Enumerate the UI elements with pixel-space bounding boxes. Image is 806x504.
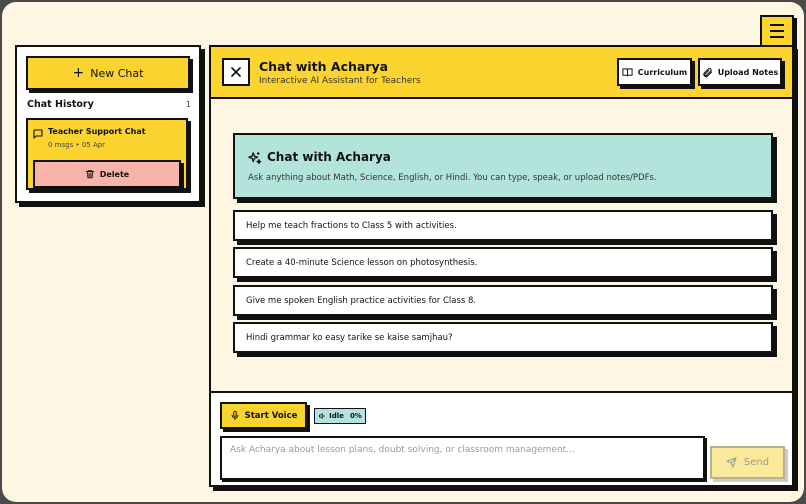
hamburger-icon xyxy=(770,24,784,26)
book-icon xyxy=(622,67,633,77)
delete-label: Delete xyxy=(99,169,130,179)
page-subtitle: Interactive AI Assistant for Teachers xyxy=(259,76,421,86)
send-button[interactable]: Send xyxy=(710,446,785,479)
chat-item-title: Teacher Support Chat xyxy=(48,127,146,136)
send-icon xyxy=(726,457,737,468)
close-button[interactable] xyxy=(222,58,250,86)
sparkles-icon xyxy=(248,152,262,165)
suggested-prompt[interactable]: Give me spoken English practice activiti… xyxy=(233,285,773,316)
upload-notes-button[interactable]: Upload Notes xyxy=(698,58,782,86)
chat-history-title: Chat History xyxy=(27,99,94,110)
chat-item-meta: 0 msgs • 05 Apr xyxy=(48,141,106,149)
welcome-description: Ask anything about Math, Science, Englis… xyxy=(248,173,657,183)
message-input[interactable] xyxy=(220,436,705,480)
microphone-icon xyxy=(231,410,238,421)
chat-history-item[interactable]: Teacher Support Chat 0 msgs • 05 Apr Del… xyxy=(26,118,188,190)
menu-button[interactable] xyxy=(760,15,794,47)
upload-notes-label: Upload Notes xyxy=(717,67,779,77)
curriculum-label: Curriculum xyxy=(637,67,688,77)
chat-panel: Chat with Acharya Interactive AI Assista… xyxy=(209,45,794,487)
suggested-prompt[interactable]: Hindi grammar ko easy tarike se kaise sa… xyxy=(233,322,773,353)
speaker-icon xyxy=(319,413,325,419)
delete-chat-button[interactable]: Delete xyxy=(33,160,181,188)
welcome-title: Chat with Acharya xyxy=(267,150,391,164)
voice-level-value: 0% xyxy=(349,412,362,420)
suggested-prompt[interactable]: Help me teach fractions to Class 5 with … xyxy=(233,210,773,241)
plus-icon: + xyxy=(72,65,85,81)
sidebar: + New Chat Chat History 1 Teacher Suppor… xyxy=(15,45,201,203)
voice-status-badge: Idle 0% xyxy=(314,408,366,424)
trash-icon xyxy=(85,170,94,179)
send-label: Send xyxy=(743,457,770,468)
app-frame: + New Chat Chat History 1 Teacher Suppor… xyxy=(2,2,804,502)
welcome-card: Chat with Acharya Ask anything about Mat… xyxy=(233,133,773,199)
new-chat-label: New Chat xyxy=(90,66,144,80)
close-icon xyxy=(231,67,241,77)
suggested-prompt[interactable]: Create a 40-minute Science lesson on pho… xyxy=(233,247,773,278)
composer: Start Voice Idle 0% Send xyxy=(211,391,792,485)
page-title: Chat with Acharya xyxy=(259,59,389,74)
paperclip-icon xyxy=(703,67,712,77)
chat-header: Chat with Acharya Interactive AI Assista… xyxy=(211,47,792,99)
curriculum-button[interactable]: Curriculum xyxy=(617,58,692,86)
chat-history-count: 1 xyxy=(185,100,191,109)
start-voice-button[interactable]: Start Voice xyxy=(220,402,307,429)
new-chat-button[interactable]: + New Chat xyxy=(26,56,190,90)
voice-status-label: Idle xyxy=(329,412,344,420)
message-icon xyxy=(33,129,43,139)
chat-history-header: Chat History 1 xyxy=(27,99,191,110)
start-voice-label: Start Voice xyxy=(244,410,298,421)
